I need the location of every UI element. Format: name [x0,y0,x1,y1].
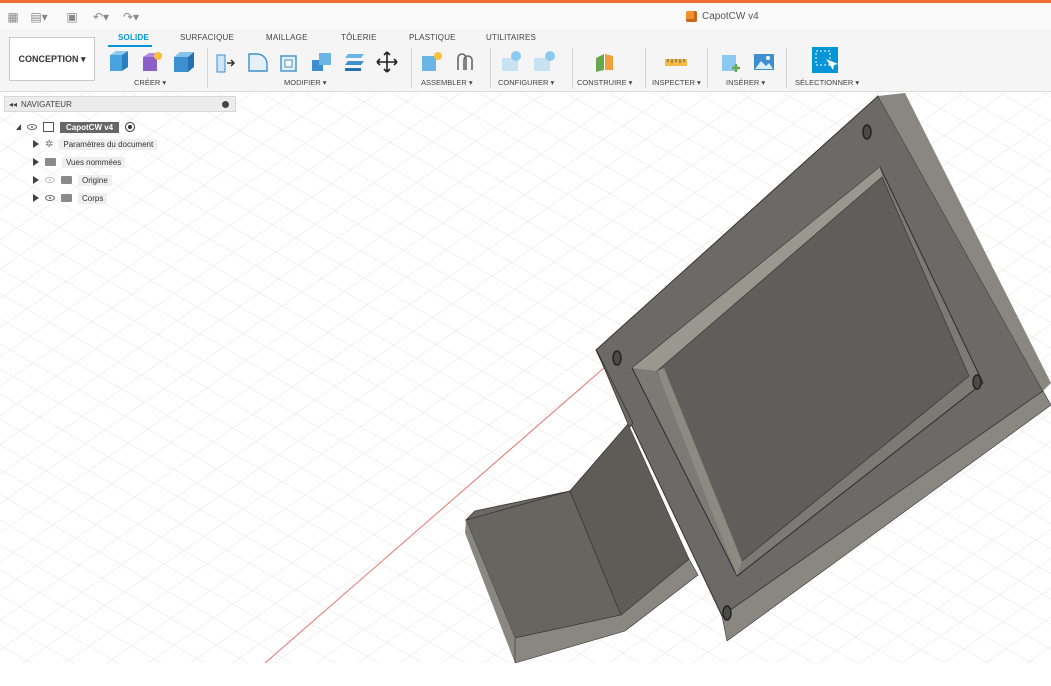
file-menu-icon[interactable]: ▤▾ [28,8,50,26]
extrude-icon[interactable] [172,50,196,74]
browser-item-corps[interactable]: Corps [33,191,108,205]
item-label: Origine [78,174,112,186]
document-title[interactable]: CapotCW v4 [686,11,759,22]
configure-rule-icon[interactable] [532,50,556,74]
insert-image-icon[interactable] [752,50,776,74]
folder-icon [61,194,72,202]
expand-icon[interactable] [33,158,39,166]
separator [411,48,412,88]
group-inspecter[interactable]: INSPECTER ▾ [652,78,701,87]
new-component-assemble-icon[interactable] [420,50,444,74]
model-canvas[interactable] [0,93,1051,663]
undo-icon[interactable]: ↶▾ [90,8,112,26]
document-icon [43,122,54,132]
active-tab-indicator [108,45,152,47]
title-bar: ▦ ▤▾ ▣ ↶▾ ↷▾ CapotCW v4 [0,0,1051,30]
group-assembler[interactable]: ASSEMBLER ▾ [421,78,473,87]
workspace-dropdown[interactable]: CONCEPTION ▾ [9,37,95,81]
tab-surfacique[interactable]: SURFACIQUE [180,33,234,42]
tab-plastique[interactable]: PLASTIQUE [409,33,456,42]
joint-icon[interactable] [452,50,476,74]
folder-icon [61,176,72,184]
toolbar-ribbon: CONCEPTION ▾ SOLIDE SURFACIQUE MAILLAGE … [0,30,1051,92]
visibility-icon[interactable] [27,124,37,130]
separator [572,48,573,88]
bottom-bar [0,663,1051,686]
separator [490,48,491,88]
shell-icon[interactable] [278,50,302,74]
save-icon[interactable]: ▣ [64,8,80,26]
root-label[interactable]: CapotCW v4 [60,121,120,133]
new-component-icon[interactable] [108,50,132,74]
form-icon[interactable] [140,50,164,74]
tab-solide[interactable]: SOLIDE [118,33,149,42]
gear-icon: ✲ [45,138,54,150]
group-configurer[interactable]: CONFIGURER ▾ [498,78,554,87]
separator [707,48,708,88]
separator [786,48,787,88]
insert-component-icon[interactable] [720,50,744,74]
select-icon[interactable] [811,46,839,74]
item-label: Paramètres du document [59,138,158,150]
activate-radio-icon[interactable] [125,122,136,132]
separator [207,48,208,88]
group-inserer[interactable]: INSÉRER ▾ [726,78,765,87]
mounting-hole [722,605,732,621]
document-title-text: CapotCW v4 [702,11,759,22]
construction-plane-icon[interactable] [593,50,617,74]
expand-icon[interactable] [33,194,39,202]
group-modifier[interactable]: MODIFIER ▾ [284,78,327,87]
visibility-off-icon[interactable] [45,177,55,183]
tab-utilitaires[interactable]: UTILITAIRES [486,33,536,42]
mounting-hole [862,124,872,140]
folder-icon [45,158,56,166]
fillet-icon[interactable] [246,50,270,74]
mounting-hole [612,350,622,366]
collapse-arrows-icon[interactable]: ◂◂ [9,100,17,109]
group-construire[interactable]: CONSTRUIRE ▾ [577,78,632,87]
offset-face-icon[interactable] [342,50,366,74]
navigator-header[interactable]: ◂◂ NAVIGATEUR [4,96,236,112]
3d-viewport[interactable] [0,93,1051,663]
app-grid-icon[interactable]: ▦ [6,8,20,26]
browser-item-parametres[interactable]: ✲ Paramètres du document [33,137,158,151]
expand-icon[interactable] [16,124,21,130]
group-selectionner[interactable]: SÉLECTIONNER ▾ [795,78,859,87]
document-cube-icon [686,11,697,22]
browser-root[interactable]: CapotCW v4 [16,120,136,134]
separator [645,48,646,88]
redo-icon[interactable]: ↷▾ [120,8,142,26]
group-creer[interactable]: CRÉER ▾ [134,78,166,87]
move-icon[interactable] [375,50,399,74]
minimize-icon[interactable] [222,101,229,108]
navigator-title: NAVIGATEUR [21,99,72,109]
mounting-hole [972,374,982,390]
tab-tolerie[interactable]: TÔLERIE [341,33,377,42]
item-label: Vues nommées [62,156,126,168]
configure-table-icon[interactable] [500,50,524,74]
visibility-icon[interactable] [45,195,55,201]
combine-icon[interactable] [310,50,334,74]
expand-icon[interactable] [33,176,39,184]
expand-icon[interactable] [33,140,39,148]
press-pull-icon[interactable] [214,50,238,74]
browser-item-vues[interactable]: Vues nommées [33,155,126,169]
browser-item-origine[interactable]: Origine [33,173,112,187]
measure-icon[interactable] [664,50,688,74]
tab-maillage[interactable]: MAILLAGE [266,33,308,42]
item-label: Corps [78,192,108,204]
